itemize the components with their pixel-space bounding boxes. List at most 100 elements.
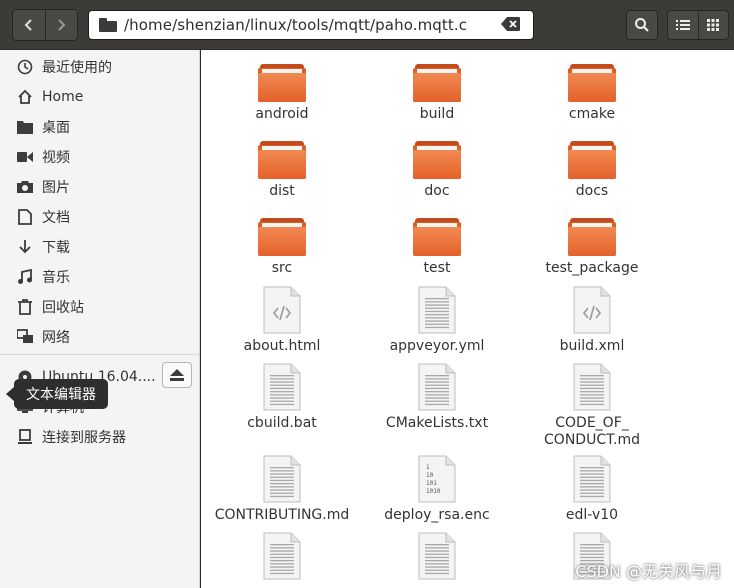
folder-item[interactable]: build <box>362 62 512 123</box>
text-file-icon <box>262 363 302 411</box>
file-name: appveyor.yml <box>389 338 485 354</box>
file-name: dist <box>269 183 295 199</box>
sidebar-item-network[interactable]: 网络 <box>0 322 200 352</box>
text-file-icon <box>572 455 612 503</box>
file-item[interactable]: CONTRIBUTING.md <box>207 455 357 524</box>
text-file-icon <box>417 363 457 411</box>
svg-text:1010: 1010 <box>426 488 441 495</box>
sidebar-item-desktop[interactable]: 桌面 <box>0 112 200 142</box>
file-item[interactable]: edl-v10 <box>517 455 667 524</box>
header-bar: /home/shenzian/linux/tools/mqtt/paho.mqt… <box>0 0 734 50</box>
home-icon <box>16 88 34 106</box>
eject-icon <box>170 369 184 381</box>
folder-icon <box>413 64 461 102</box>
svg-text:1: 1 <box>426 464 430 471</box>
folder-icon <box>413 141 461 179</box>
folder-item[interactable]: test <box>362 216 512 277</box>
file-item[interactable]: appveyor.yml <box>362 286 512 355</box>
file-item[interactable]: cbuild.bat <box>207 363 357 432</box>
folder-item[interactable]: android <box>207 62 357 123</box>
sidebar-item-recent[interactable]: 最近使用的 <box>0 52 200 82</box>
file-name: cmake <box>568 106 616 122</box>
sidebar-item-label: 图片 <box>42 180 70 196</box>
eject-button[interactable] <box>162 362 192 388</box>
sidebar-item-label: 音乐 <box>42 270 70 286</box>
code-file-icon <box>572 286 612 334</box>
file-name: test <box>423 260 451 276</box>
document-icon <box>16 208 34 226</box>
file-name: test_package <box>545 260 639 276</box>
folder-item[interactable]: src <box>207 216 357 277</box>
clear-location-icon[interactable] <box>501 16 523 34</box>
sidebar-item-label: 下载 <box>42 240 70 256</box>
grid-view-button[interactable] <box>697 11 728 39</box>
desktop-folder-icon <box>16 118 34 136</box>
location-bar[interactable]: /home/shenzian/linux/tools/mqtt/paho.mqt… <box>88 10 534 40</box>
file-name: CONTRIBUTING.md <box>214 507 350 523</box>
file-item[interactable]: about.html <box>207 286 357 355</box>
file-name: docs <box>575 183 609 199</box>
folder-icon <box>568 218 616 256</box>
binary-file-icon: 1 10 101 1010 <box>417 455 457 503</box>
file-item[interactable]: build.xml <box>517 286 667 355</box>
sidebar-separator <box>0 354 200 355</box>
view-toggle <box>667 10 729 40</box>
sidebar-item-label: 回收站 <box>42 300 84 316</box>
back-button[interactable] <box>13 10 45 40</box>
grid-view-icon <box>707 19 720 31</box>
places-sidebar: 最近使用的 Home 桌面 视频 图片 文档 下载 音乐 回收站 网络 Ubun… <box>0 50 200 588</box>
tooltip: 文本编辑器 <box>6 379 108 409</box>
sidebar-item-label: 视频 <box>42 150 70 166</box>
sidebar-item-pictures[interactable]: 图片 <box>0 172 200 202</box>
file-item[interactable] <box>362 532 512 584</box>
text-file-icon <box>262 532 302 580</box>
sidebar-item-downloads[interactable]: 下载 <box>0 232 200 262</box>
sidebar-item-trash[interactable]: 回收站 <box>0 292 200 322</box>
svg-text:101: 101 <box>426 480 437 487</box>
folder-item[interactable]: doc <box>362 139 512 200</box>
file-name: android <box>255 106 309 122</box>
sidebar-item-label: 文档 <box>42 210 70 226</box>
text-file-icon <box>417 532 457 580</box>
forward-button[interactable] <box>44 10 77 40</box>
list-view-icon <box>675 20 690 30</box>
folder-icon <box>258 64 306 102</box>
sidebar-item-documents[interactable]: 文档 <box>0 202 200 232</box>
file-name: edl-v10 <box>565 507 619 523</box>
folder-item[interactable]: dist <box>207 139 357 200</box>
sidebar-item-music[interactable]: 音乐 <box>0 262 200 292</box>
server-connect-icon <box>16 428 34 446</box>
sidebar-item-videos[interactable]: 视频 <box>0 142 200 172</box>
folder-item[interactable]: docs <box>517 139 667 200</box>
sidebar-item-connect-server[interactable]: 连接到服务器 <box>0 422 200 452</box>
file-name: build <box>419 106 455 122</box>
sidebar-item-home[interactable]: Home <box>0 82 200 112</box>
chevron-right-icon <box>58 19 66 31</box>
file-item[interactable] <box>207 532 357 584</box>
file-name: build.xml <box>559 338 625 354</box>
code-file-icon <box>262 286 302 334</box>
network-icon <box>16 328 34 346</box>
file-item[interactable]: CMakeLists.txt <box>362 363 512 432</box>
clock-icon <box>16 58 34 76</box>
file-item[interactable]: CODE_OF_ CONDUCT.md <box>517 363 667 449</box>
sidebar-item-label: 连接到服务器 <box>42 430 126 446</box>
video-icon <box>16 148 34 166</box>
folder-item[interactable]: test_package <box>517 216 667 277</box>
search-button[interactable] <box>626 10 658 40</box>
file-name: src <box>271 260 293 276</box>
file-name: about.html <box>243 338 321 354</box>
text-file-icon <box>417 286 457 334</box>
music-icon <box>16 268 34 286</box>
file-name: CODE_OF_ CONDUCT.md <box>544 415 640 448</box>
file-item[interactable]: 1 10 101 1010 deploy_rsa.enc <box>362 455 512 524</box>
list-view-button[interactable] <box>668 11 698 39</box>
text-file-icon <box>262 455 302 503</box>
folder-item[interactable]: cmake <box>517 62 667 123</box>
file-name: CMakeLists.txt <box>385 415 489 431</box>
text-file-icon <box>572 363 612 411</box>
file-grid: android build cmake dist doc docs src test test_… <box>201 50 734 588</box>
sidebar-item-label: Home <box>42 89 84 105</box>
location-path[interactable]: /home/shenzian/linux/tools/mqtt/paho.mqt… <box>124 16 501 34</box>
navigation-buttons <box>12 9 78 41</box>
